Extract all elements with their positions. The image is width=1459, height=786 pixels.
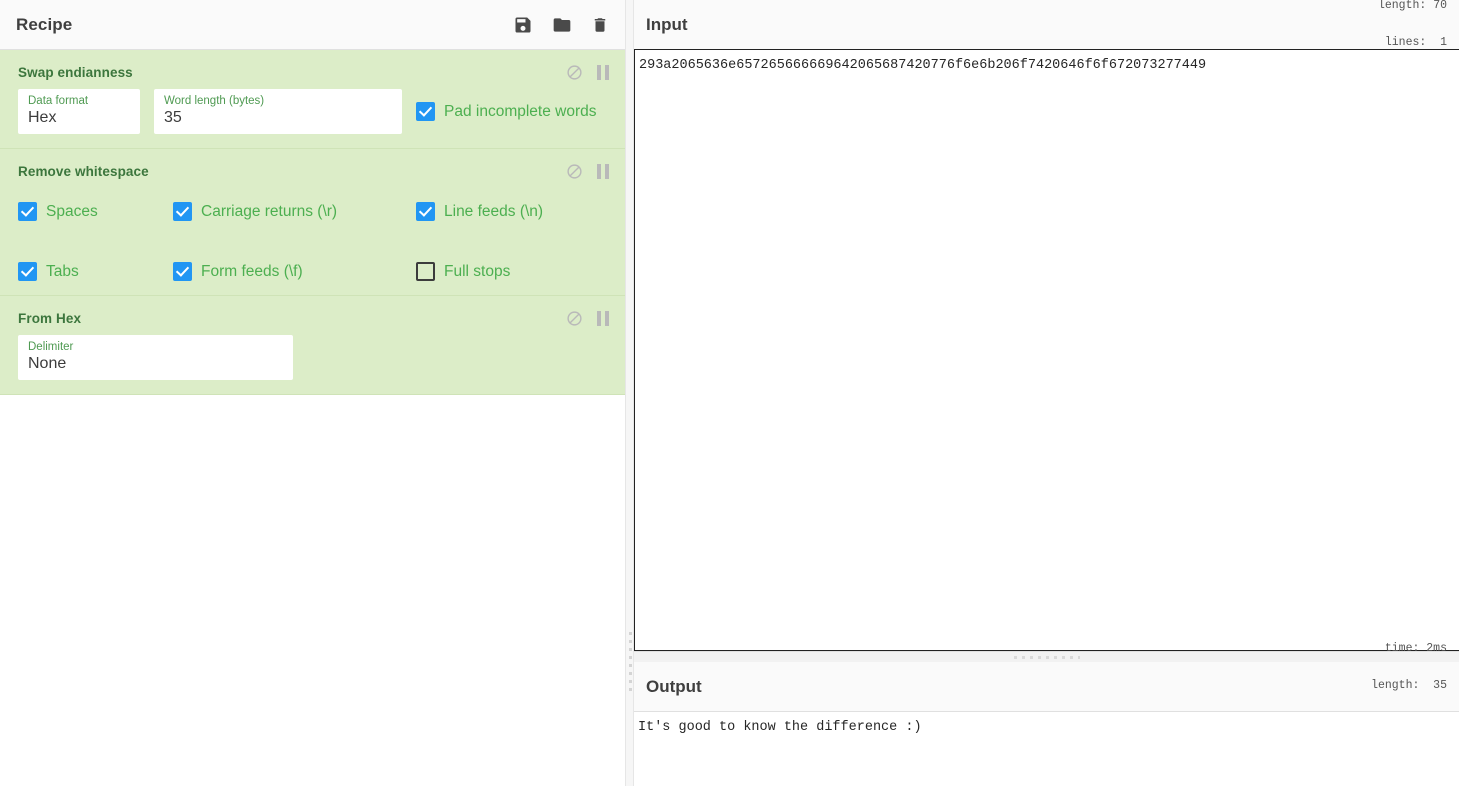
operation-swap-endianness[interactable]: Swap endianness Data format <box>0 50 625 149</box>
word-length-label: Word length (bytes) <box>164 94 392 108</box>
checkbox-box <box>416 262 435 281</box>
checkbox-box <box>18 262 37 281</box>
data-format-value: Hex <box>28 108 130 128</box>
checkbox-box <box>173 262 192 281</box>
operation-title: From Hex <box>18 311 81 326</box>
output-header: Output time: 2ms length: 35 lines: 1 <box>634 662 1459 712</box>
operation-remove-whitespace[interactable]: Remove whitespace Spaces <box>0 149 625 296</box>
operation-arguments: Data format Hex Word length (bytes) 35 P… <box>0 85 625 134</box>
checkbox-box <box>416 102 435 121</box>
checkbox-label: Spaces <box>46 203 98 221</box>
pause-operation-icon[interactable] <box>597 65 609 80</box>
output-title: Output <box>646 677 702 697</box>
checkbox-box <box>173 202 192 221</box>
checkbox-label: Full stops <box>444 263 510 281</box>
delimiter-field[interactable]: Delimiter None <box>18 335 293 380</box>
output-panel: Output time: 2ms length: 35 lines: 1 It'… <box>634 662 1459 786</box>
operation-header: Swap endianness <box>0 50 625 85</box>
input-panel: Input length: 70 lines: 1 293a2065636e65… <box>634 0 1459 651</box>
operation-from-hex[interactable]: From Hex Delimiter None <box>0 296 625 395</box>
pause-operation-icon[interactable] <box>597 311 609 326</box>
checkbox-label: Pad incomplete words <box>444 103 597 121</box>
line-feeds-checkbox[interactable]: Line feeds (\n) <box>416 202 609 221</box>
page-title: Recipe <box>16 15 72 35</box>
tabs-checkbox[interactable]: Tabs <box>18 262 173 281</box>
checkbox-label: Form feeds (\f) <box>201 263 303 281</box>
input-length-stat: length: 70 <box>1378 0 1447 12</box>
word-length-value: 35 <box>164 108 392 128</box>
disable-operation-icon[interactable] <box>566 163 583 180</box>
save-icon[interactable] <box>513 15 533 35</box>
cyberchef-app: Recipe Swap endianness <box>0 0 1459 786</box>
recipe-toolbar <box>513 15 609 35</box>
operation-header: Remove whitespace <box>0 149 625 184</box>
recipe-panel: Recipe Swap endianness <box>0 0 625 786</box>
disable-operation-icon[interactable] <box>566 64 583 81</box>
recipe-title-bar: Recipe <box>0 0 625 50</box>
splitter-grip <box>629 632 632 694</box>
disable-operation-icon[interactable] <box>566 310 583 327</box>
recipe-io-splitter[interactable] <box>625 0 634 786</box>
operation-controls <box>566 64 609 81</box>
carriage-returns-checkbox[interactable]: Carriage returns (\r) <box>173 202 416 221</box>
output-length-stat: length: 35 <box>1371 680 1447 693</box>
operation-arguments: Spaces Carriage returns (\r) Line feeds … <box>0 184 625 281</box>
operation-controls <box>566 310 609 327</box>
splitter-grip <box>1014 656 1080 659</box>
spaces-checkbox[interactable]: Spaces <box>18 202 173 221</box>
operation-title: Swap endianness <box>18 65 133 80</box>
operation-header: From Hex <box>0 296 625 331</box>
data-format-field[interactable]: Data format Hex <box>18 89 140 134</box>
form-feeds-checkbox[interactable]: Form feeds (\f) <box>173 262 416 281</box>
full-stops-checkbox[interactable]: Full stops <box>416 262 609 281</box>
delimiter-value: None <box>28 354 283 374</box>
io-panel: Input length: 70 lines: 1 293a2065636e65… <box>634 0 1459 786</box>
checkbox-label: Tabs <box>46 263 79 281</box>
operation-arguments: Delimiter None <box>0 331 625 380</box>
word-length-field[interactable]: Word length (bytes) 35 <box>154 89 402 134</box>
input-lines-stat: lines: 1 <box>1378 37 1447 50</box>
input-output-splitter[interactable] <box>634 651 1459 662</box>
input-header: Input length: 70 lines: 1 <box>634 0 1459 50</box>
checkbox-box <box>416 202 435 221</box>
pad-incomplete-words-checkbox[interactable]: Pad incomplete words <box>416 102 597 121</box>
trash-icon[interactable] <box>591 15 609 35</box>
recipe-operation-list[interactable]: Swap endianness Data format <box>0 50 625 786</box>
pause-operation-icon[interactable] <box>597 164 609 179</box>
checkbox-label: Line feeds (\n) <box>444 203 543 221</box>
checkbox-label: Carriage returns (\r) <box>201 203 337 221</box>
output-textarea[interactable]: It's good to know the difference :) <box>634 712 1459 786</box>
checkbox-box <box>18 202 37 221</box>
operation-controls <box>566 163 609 180</box>
operation-title: Remove whitespace <box>18 164 149 179</box>
folder-icon[interactable] <box>551 15 573 35</box>
delimiter-label: Delimiter <box>28 340 283 354</box>
input-textarea[interactable]: 293a2065636e657265666669642065687420776f… <box>635 50 1459 650</box>
input-title: Input <box>646 15 688 35</box>
data-format-label: Data format <box>28 94 130 108</box>
